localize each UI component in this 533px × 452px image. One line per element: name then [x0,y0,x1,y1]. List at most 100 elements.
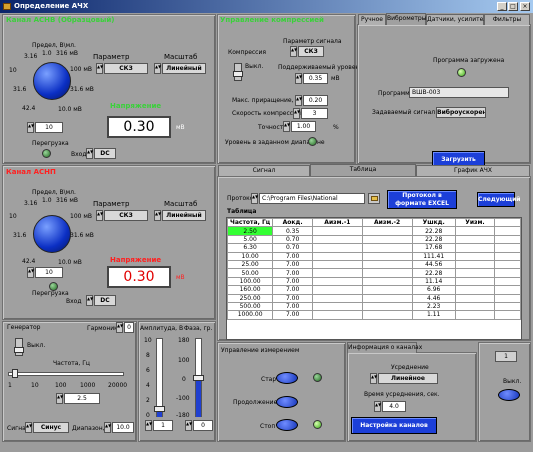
level-field[interactable]: 0.35 [303,73,328,84]
start-button[interactable] [276,372,298,384]
table-cell[interactable]: 1.11 [411,310,456,320]
table-cell[interactable]: 0.70 [272,234,314,245]
table-cell[interactable] [312,268,363,278]
speed-spinner[interactable]: ▲▼ [293,108,300,119]
channel-a-scale-select[interactable]: Линейный [162,63,206,74]
channel-a-param-select[interactable]: СКЗ [104,63,148,74]
table-cell[interactable]: 7.00 [272,293,314,303]
phase-field[interactable]: 0 [193,420,213,431]
harmonic-spinner[interactable]: ▲▼ [116,322,123,333]
table-cell[interactable]: 7.00 [272,285,314,295]
signal-shape-spinner[interactable]: ▲▼ [25,422,32,433]
table-row[interactable]: 5.00 0.70 22.28 [227,234,521,245]
column-header[interactable]: Уизм. [454,218,496,228]
amplitude-field[interactable]: 1 [153,420,173,431]
averaging-select[interactable]: Линейное [378,373,438,384]
channel-b-param-spinner[interactable]: ▲▼ [96,210,103,221]
table-cell[interactable] [361,285,413,295]
harmonic-field[interactable]: 0 [124,322,134,333]
table-cell[interactable] [312,259,363,270]
tab-sensors[interactable]: Датчики, усилители [426,14,491,25]
table-cell[interactable] [312,301,363,312]
channel-b-param-select[interactable]: СКЗ [104,210,148,221]
side-toggle-button[interactable] [498,389,520,401]
table-row[interactable]: 2.50 0.35 22.28 [227,226,521,236]
table-row[interactable]: 6.30 0.70 17.68 [227,243,521,253]
channel-a-range-value[interactable]: 10 [35,122,63,133]
table-cell[interactable] [361,259,413,270]
table-cell[interactable] [454,301,496,312]
tab-table[interactable]: Таблица [310,164,416,176]
table-cell[interactable] [454,276,496,287]
table-cell[interactable]: 7.00 [272,276,314,287]
level-spinner[interactable]: ▲▼ [295,73,302,84]
table-cell[interactable]: 0.70 [272,243,314,253]
table-row[interactable]: 160.00 7.00 6.96 [227,285,521,295]
table-row[interactable]: 500.00 7.00 2.23 [227,301,521,312]
table-cell[interactable] [361,243,413,253]
table-row[interactable]: 50.00 7.00 22.28 [227,268,521,278]
column-header[interactable]: Аокд. [272,218,314,228]
channel-b-scale-spinner[interactable]: ▲▼ [154,210,161,221]
table-row[interactable]: 25.00 7.00 44.56 [227,259,521,270]
tab-manual[interactable]: Ручное [358,14,386,25]
frequency-slider-track[interactable] [8,372,124,376]
table-cell[interactable] [361,310,413,320]
compression-switch-handle[interactable] [233,71,243,77]
table-cell[interactable]: 17.68 [411,243,456,253]
table-cell[interactable] [454,268,496,278]
signal-shape-select[interactable]: Синус [33,422,69,433]
channel-a-input-select[interactable]: DC [94,148,116,159]
generator-switch-handle[interactable] [14,347,24,353]
table-cell[interactable] [454,243,496,253]
table-cell[interactable]: 44.56 [411,259,456,270]
table-row[interactable]: 250.00 7.00 4.46 [227,293,521,303]
table-cell[interactable]: 10.00 [227,251,274,261]
phase-slider-thumb[interactable] [193,375,204,381]
table-cell[interactable] [361,226,413,236]
table-cell[interactable] [312,234,363,245]
table-cell[interactable]: 22.28 [411,234,456,245]
table-cell[interactable] [454,293,496,303]
table-cell[interactable] [454,285,496,295]
table-cell[interactable]: 2.50 [227,226,274,236]
protocol-path-spinner[interactable]: ▲▼ [251,193,258,204]
table-cell[interactable]: 100.00 [227,276,274,287]
channel-b-input-select[interactable]: DC [94,295,116,306]
column-header[interactable]: Ушкд. [411,218,456,228]
table-cell[interactable] [361,251,413,261]
table-cell[interactable]: 22.28 [411,268,456,278]
tab-chart[interactable]: График АЧХ [416,165,530,176]
table-cell[interactable]: 7.00 [272,259,314,270]
channel-b-scale-select[interactable]: Линейный [162,210,206,221]
avg-time-spinner[interactable]: ▲▼ [374,401,381,412]
table-cell[interactable]: 2.23 [411,301,456,312]
column-header[interactable]: Частота, Гц [227,218,274,228]
continue-button[interactable] [276,396,298,408]
next-button[interactable]: Следующий [477,192,521,207]
tab-vibrometers[interactable]: Виброметры [386,13,426,25]
accuracy-spinner[interactable]: ▲▼ [283,121,290,132]
speed-field[interactable]: 3 [301,108,328,119]
table-cell[interactable] [454,310,496,320]
channel-a-range-knob[interactable] [33,62,71,100]
table-cell[interactable]: 7.00 [272,268,314,278]
channel-setup-button[interactable]: Настройка каналов [351,417,437,434]
table-cell[interactable] [361,268,413,278]
table-cell[interactable] [312,226,363,236]
table-row[interactable]: 1000.00 7.00 1.11 [227,310,521,320]
maximize-button[interactable]: □ [508,2,518,11]
channel-b-range-spinner[interactable]: ▲▼ [27,267,34,278]
table-cell[interactable]: 6.96 [411,285,456,295]
signal-param-spinner[interactable]: ▲▼ [290,46,297,57]
table-cell[interactable] [361,276,413,287]
channel-a-input-spinner[interactable]: ▲▼ [86,148,93,159]
table-cell[interactable] [454,234,496,245]
column-header[interactable]: Аизм.-1 [312,218,363,228]
channel-a-param-spinner[interactable]: ▲▼ [96,63,103,74]
frequency-field[interactable]: 2.5 [64,393,100,404]
tab-signal[interactable]: Сигнал [218,165,310,176]
table-cell[interactable]: 25.00 [227,259,274,270]
protocol-path-field[interactable]: C:\Program Files\National [259,193,365,204]
minimize-button[interactable]: _ [497,2,507,11]
